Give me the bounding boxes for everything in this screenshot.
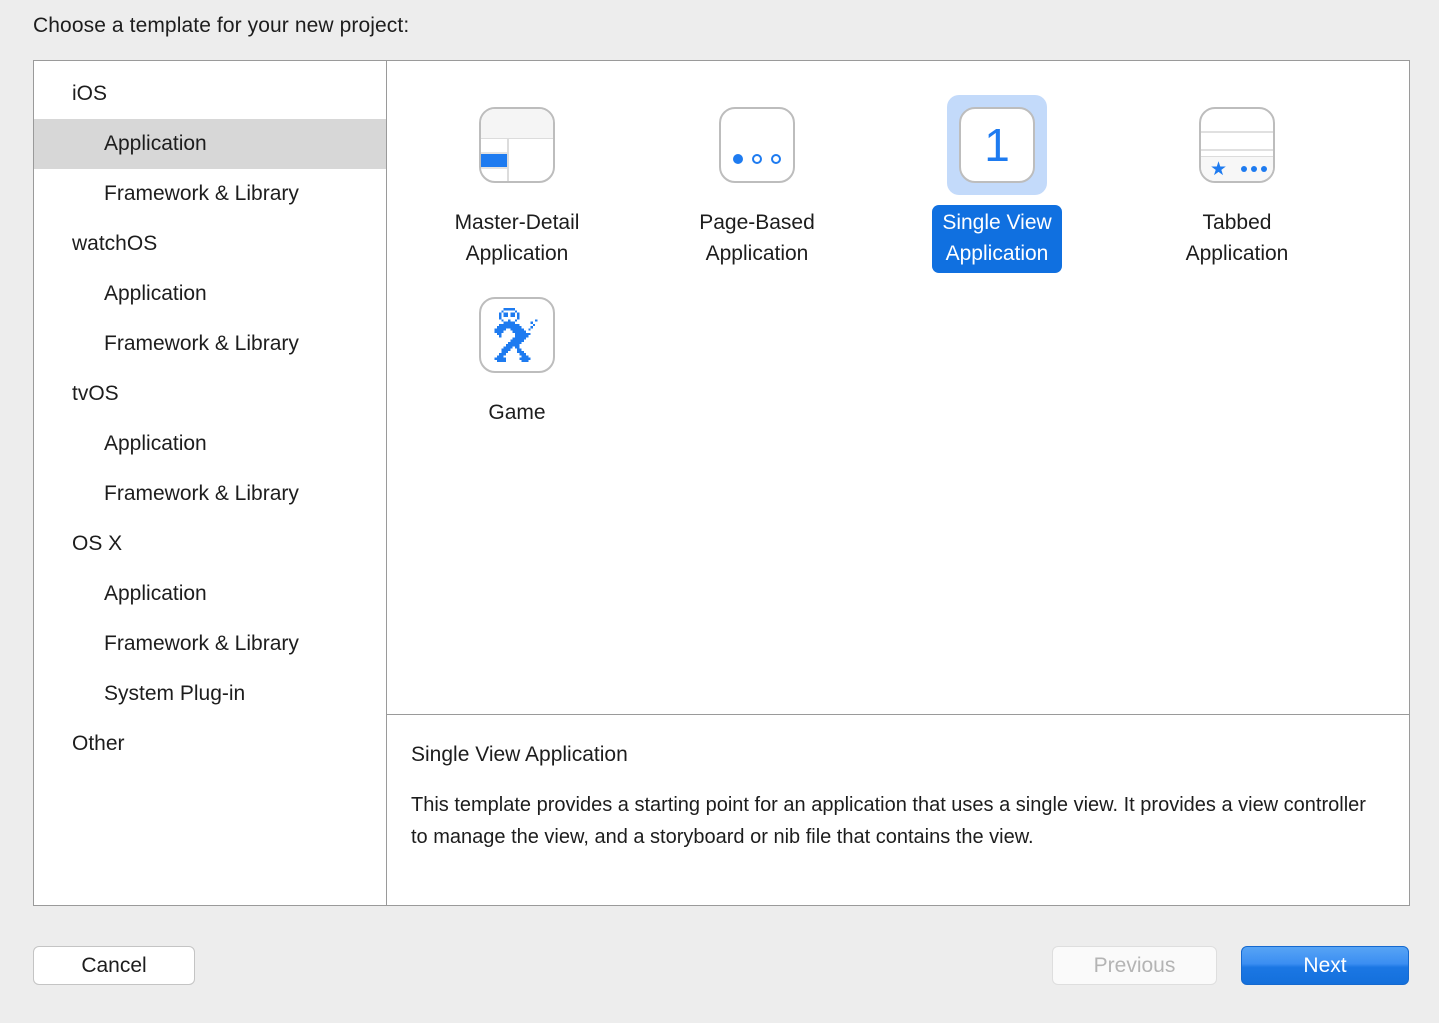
template-item-single-view[interactable]: 1 Single View Application [877,83,1117,273]
page-dots [721,154,793,164]
template-label-line2: Application [1185,242,1289,265]
game-sprite-icon [479,297,555,373]
sidebar-item-application[interactable]: Application [34,569,386,619]
tab-dot [1241,166,1248,172]
page-based-icon [719,107,795,183]
template-label: Game [478,395,555,432]
tab-list-line [1201,131,1273,133]
template-label-line2: Application [945,242,1049,265]
template-label-line1: Page-Based [699,211,815,234]
template-item-game[interactable]: Game [397,273,637,432]
sidebar-item-framework-library[interactable]: Framework & Library [34,619,386,669]
template-icon-wrapper [467,95,567,195]
sidebar-item-watchos[interactable]: watchOS [34,219,386,269]
sidebar-item-tvos[interactable]: tvOS [34,369,386,419]
template-description-pane: Single View Application This template pr… [387,714,1409,905]
page-dot [752,154,762,164]
sidebar-item-other[interactable]: Other [34,719,386,769]
page-title: Choose a template for your new project: [33,14,410,37]
tab-dot [1261,166,1268,172]
template-item-tabbed[interactable]: ★ Tabbed Application [1117,83,1357,273]
template-grid-area: Master-Detail Application Page-Based Applic… [387,61,1409,714]
template-content-area: Master-Detail Application Page-Based Applic… [387,61,1409,905]
template-label-line2: Application [705,242,809,265]
template-icon-wrapper [467,285,567,385]
previous-button[interactable]: Previous [1052,946,1217,985]
description-body: This template provides a starting point … [411,794,1366,848]
template-grid: Master-Detail Application Page-Based Applic… [387,83,1409,432]
template-label: Single View Application [932,205,1062,273]
tab-list-line [1201,149,1273,151]
sidebar-item-framework-library[interactable]: Framework & Library [34,169,386,219]
sidebar-item-framework-library[interactable]: Framework & Library [34,469,386,519]
sidebar-item-application[interactable]: Application [34,419,386,469]
md-part [481,167,507,169]
sidebar-item-application[interactable]: Application [34,119,386,169]
template-icon-wrapper: ★ [1187,95,1287,195]
template-item-master-detail[interactable]: Master-Detail Application [397,83,637,273]
template-label: Tabbed Application [1176,205,1299,273]
game-sprite-icon-svg [494,308,538,362]
description-title: Single View Application [411,743,628,766]
platform-sidebar[interactable]: iOS Application Framework & Library watchOS… [34,61,387,905]
sidebar-item-os-x[interactable]: OS X [34,519,386,569]
template-icon-wrapper [707,95,807,195]
star-icon: ★ [1210,158,1228,180]
sidebar-item-application[interactable]: Application [34,269,386,319]
template-label: Master-Detail Application [445,205,590,273]
template-label: Page-Based Application [689,205,825,273]
single-view-number: 1 [984,119,1010,171]
page-dot [733,154,743,164]
template-chooser-panel: iOS Application Framework & Library watchOS… [33,60,1410,906]
tabbed-icon: ★ [1199,107,1275,183]
master-detail-icon [479,107,555,183]
md-part [481,109,553,139]
cancel-button[interactable]: Cancel [33,946,195,985]
next-button[interactable]: Next [1241,946,1409,985]
sidebar-item-framework-library[interactable]: Framework & Library [34,319,386,369]
more-dots-icon [1241,166,1268,172]
template-icon-wrapper: 1 [947,95,1047,195]
template-label-line2: Application [465,242,569,265]
md-part [507,139,509,181]
template-label-line1: Single View [942,211,1052,234]
sidebar-item-ios[interactable]: iOS [34,69,386,119]
tab-dot [1251,166,1258,172]
md-part [481,153,507,168]
page-dot [771,154,781,164]
template-label-line1: Master-Detail [454,211,580,234]
template-item-page-based[interactable]: Page-Based Application [637,83,877,273]
single-view-icon: 1 [959,107,1035,183]
template-label-line1: Game [488,401,546,424]
template-label-line1: Tabbed [1202,211,1272,234]
sidebar-item-system-plug-in[interactable]: System Plug-in [34,669,386,719]
tab-bar: ★ [1201,156,1273,181]
new-project-template-dialog: Choose a template for your new project: … [0,0,1439,1023]
